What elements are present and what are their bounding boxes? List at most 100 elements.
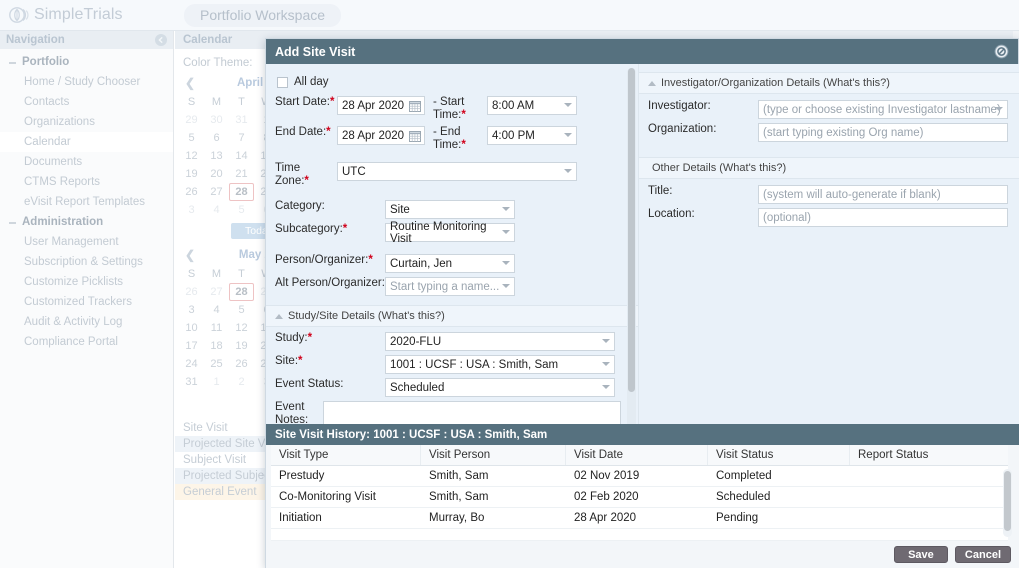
triangle-up-icon[interactable] [275, 313, 283, 319]
chevron-down-icon[interactable] [502, 207, 510, 211]
calendar-day[interactable]: 12 [229, 319, 254, 337]
sidebar-item-user-management[interactable]: User Management [0, 232, 173, 252]
calendar-day[interactable]: 10 [179, 319, 204, 337]
calendar-day[interactable]: 19 [229, 337, 254, 355]
event-status-select[interactable]: Scheduled [385, 378, 615, 397]
sidebar-item-contacts[interactable]: Contacts [0, 92, 173, 112]
minus-icon[interactable] [9, 62, 16, 64]
calendar-picker-icon[interactable] [409, 130, 421, 142]
no-entry-circle-icon[interactable] [994, 44, 1009, 59]
calendar-day[interactable]: 20 [204, 165, 229, 183]
column-header-visit-type[interactable]: Visit Type [271, 445, 421, 465]
column-header-visit-status[interactable]: Visit Status [708, 445, 850, 465]
sidebar-item-customize-picklists[interactable]: Customize Picklists [0, 272, 173, 292]
calendar-day[interactable]: 13 [204, 147, 229, 165]
sidebar-group-portfolio[interactable]: Portfolio [0, 52, 173, 72]
calendar-day[interactable]: 30 [204, 111, 229, 129]
sidebar-item-compliance-portal[interactable]: Compliance Portal [0, 332, 173, 352]
sidebar-item-organizations[interactable]: Organizations [0, 112, 173, 132]
calendar-day[interactable]: 4 [204, 301, 229, 319]
column-header-visit-person[interactable]: Visit Person [421, 445, 566, 465]
all-day-checkbox[interactable] [277, 76, 288, 88]
end-date-input[interactable]: 28 Apr 2020 [337, 126, 425, 145]
chevron-down-icon[interactable] [564, 103, 572, 107]
sidebar-item-evisit-report-templates[interactable]: eVisit Report Templates [0, 192, 173, 212]
chevron-left-icon[interactable]: ❮ [185, 76, 195, 90]
left-pane-scrollbar[interactable] [627, 68, 636, 438]
table-row[interactable]: Prestudy Smith, Sam 02 Nov 2019 Complete… [271, 466, 1008, 487]
chevron-down-icon[interactable] [502, 284, 510, 288]
time-zone-select[interactable]: UTC [337, 162, 577, 181]
sidebar-item-subscription-settings[interactable]: Subscription & Settings [0, 252, 173, 272]
calendar-day[interactable]: 6 [204, 129, 229, 147]
study-site-details-section-header[interactable]: Study/Site Details (What's this?) [266, 305, 638, 327]
column-header-visit-date[interactable]: Visit Date [566, 445, 708, 465]
chevron-down-icon[interactable] [602, 385, 610, 389]
chevron-down-icon[interactable] [602, 362, 610, 366]
calendar-day[interactable]: 26 [179, 183, 204, 201]
study-select[interactable]: 2020-FLU [385, 332, 615, 351]
title-input[interactable]: (system will auto-generate if blank) [758, 185, 1008, 204]
calendar-day[interactable]: 5 [179, 129, 204, 147]
history-scrollbar[interactable] [1003, 469, 1012, 537]
calendar-day[interactable]: 14 [229, 147, 254, 165]
sidebar-item-customized-trackers[interactable]: Customized Trackers [0, 292, 173, 312]
calendar-day[interactable]: 31 [179, 373, 204, 391]
subcategory-select[interactable]: Routine Monitoring Visit [385, 221, 515, 245]
investigator-org-details-section-header[interactable]: Investigator/Organization Details (What'… [639, 72, 1019, 94]
column-header-report-status[interactable]: Report Status [850, 445, 1008, 465]
calendar-day-today[interactable]: 28 [229, 283, 254, 301]
table-row[interactable]: Co-Monitoring Visit Smith, Sam 02 Feb 20… [271, 487, 1008, 508]
sidebar-item-home-study-chooser[interactable]: Home / Study Chooser [0, 72, 173, 92]
location-input[interactable]: (optional) [758, 208, 1008, 227]
calendar-day[interactable]: 3 [179, 201, 204, 219]
investigator-input[interactable]: (type or choose existing Investigator la… [758, 100, 1008, 119]
sidebar-item-calendar[interactable]: Calendar [0, 132, 173, 152]
calendar-day[interactable]: 17 [179, 337, 204, 355]
workspace-tab[interactable]: Portfolio Workspace [184, 3, 342, 27]
calendar-day-today[interactable]: 28 [229, 183, 254, 201]
sidebar-item-ctms-reports[interactable]: CTMS Reports [0, 172, 173, 192]
start-date-input[interactable]: 28 Apr 2020 [337, 96, 425, 115]
triangle-up-icon[interactable] [648, 80, 656, 86]
chevron-down-icon[interactable] [502, 261, 510, 265]
calendar-day[interactable]: 12 [179, 147, 204, 165]
calendar-picker-icon[interactable] [409, 100, 421, 112]
person-organizer-select[interactable]: Curtain, Jen [385, 254, 515, 273]
calendar-day[interactable]: 27 [204, 283, 229, 301]
alt-person-organizer-input[interactable]: Start typing a name... [385, 277, 515, 296]
calendar-day[interactable]: 26 [229, 355, 254, 373]
history-scrollbar-thumb[interactable] [1004, 471, 1011, 531]
calendar-day[interactable]: 29 [179, 111, 204, 129]
end-time-select[interactable]: 4:00 PM [487, 126, 577, 145]
calendar-day[interactable]: 5 [229, 201, 254, 219]
other-details-section-header[interactable]: Other Details (What's this?) [639, 157, 1019, 179]
calendar-day[interactable]: 26 [179, 283, 204, 301]
calendar-day[interactable]: 2 [229, 373, 254, 391]
calendar-day[interactable]: 19 [179, 165, 204, 183]
calendar-day[interactable]: 3 [179, 301, 204, 319]
site-select[interactable]: 1001 : UCSF : USA : Smith, Sam [385, 355, 615, 374]
table-row[interactable]: Initiation Murray, Bo 28 Apr 2020 Pendin… [271, 508, 1008, 529]
left-pane-scrollbar-thumb[interactable] [628, 68, 635, 392]
calendar-day[interactable]: 4 [204, 201, 229, 219]
calendar-day[interactable]: 11 [204, 319, 229, 337]
chevron-down-icon[interactable] [602, 339, 610, 343]
calendar-day[interactable]: 18 [204, 337, 229, 355]
chevron-down-icon[interactable] [502, 230, 510, 234]
calendar-day[interactable]: 7 [229, 129, 254, 147]
chevron-down-icon[interactable] [564, 133, 572, 137]
start-time-select[interactable]: 8:00 AM [487, 96, 577, 115]
calendar-day[interactable]: 21 [229, 165, 254, 183]
calendar-day[interactable]: 5 [229, 301, 254, 319]
brand-logo[interactable]: SimpleTrials [0, 4, 167, 26]
sidebar-group-administration[interactable]: Administration [0, 212, 173, 232]
save-button[interactable]: Save [893, 546, 948, 563]
calendar-day[interactable]: 25 [204, 355, 229, 373]
chevron-left-circle-icon[interactable] [155, 34, 167, 46]
minus-icon[interactable] [9, 222, 16, 224]
calendar-day[interactable]: 31 [229, 111, 254, 129]
calendar-day[interactable]: 24 [179, 355, 204, 373]
category-select[interactable]: Site [385, 200, 515, 219]
organization-input[interactable]: (start typing existing Org name) [758, 123, 1008, 142]
